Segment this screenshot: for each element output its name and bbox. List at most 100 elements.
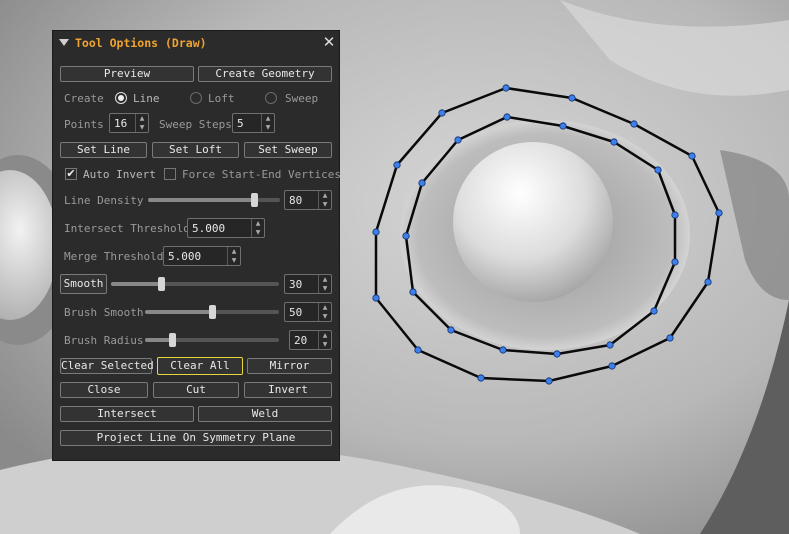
curve-control-point[interactable] xyxy=(610,138,618,146)
slider-fill xyxy=(111,282,162,286)
merge-threshold-label: Merge Threshold xyxy=(64,250,164,263)
tool-options-panel: Tool Options (Draw) ✕ Preview Create Geo… xyxy=(52,30,341,461)
curve-control-point[interactable] xyxy=(559,122,567,130)
curve-control-point[interactable] xyxy=(418,179,426,187)
radio-line[interactable] xyxy=(115,92,127,104)
slider-handle[interactable] xyxy=(209,305,216,319)
merge-threshold-value: 5.000 xyxy=(168,250,202,263)
slider-fill xyxy=(148,198,254,202)
curve-control-point[interactable] xyxy=(372,294,380,302)
brush-radius-stepper[interactable]: 20 ▲ ▼ xyxy=(289,330,332,350)
line-density-label: Line Density xyxy=(64,194,144,207)
increment-arrow-icon[interactable]: ▲ xyxy=(319,331,331,340)
increment-arrow-icon[interactable]: ▲ xyxy=(228,247,240,256)
curve-control-point[interactable] xyxy=(447,326,455,334)
clear-selected-button[interactable]: Clear Selected xyxy=(60,358,154,374)
increment-arrow-icon[interactable]: ▲ xyxy=(136,114,148,123)
set-line-button[interactable]: Set Line xyxy=(60,142,147,158)
decrement-arrow-icon[interactable]: ▼ xyxy=(136,123,148,132)
curve-control-point[interactable] xyxy=(630,120,638,128)
decrement-arrow-icon[interactable]: ▼ xyxy=(262,123,274,132)
increment-arrow-icon[interactable]: ▲ xyxy=(319,303,331,312)
slider-fill xyxy=(145,310,212,314)
curve-control-point[interactable] xyxy=(414,346,422,354)
points-stepper[interactable]: 16 ▲ ▼ xyxy=(109,113,149,133)
curve-control-point[interactable] xyxy=(568,94,576,102)
sweep-steps-stepper[interactable]: 5 ▲ ▼ xyxy=(232,113,275,133)
curve-control-point[interactable] xyxy=(606,341,614,349)
curve-control-point[interactable] xyxy=(650,307,658,315)
curve-control-point[interactable] xyxy=(666,334,674,342)
curve-control-point[interactable] xyxy=(502,84,510,92)
smooth-stepper[interactable]: 30 ▲ ▼ xyxy=(284,274,332,294)
line-density-value: 80 xyxy=(289,194,303,207)
radio-line-label: Line xyxy=(133,92,160,105)
decrement-arrow-icon[interactable]: ▼ xyxy=(319,200,331,209)
intersect-threshold-stepper[interactable]: 5.000 ▲ ▼ xyxy=(187,218,265,238)
mirror-button[interactable]: Mirror xyxy=(247,358,332,374)
brush-radius-label: Brush Radius xyxy=(64,334,144,347)
curve-control-point[interactable] xyxy=(671,211,679,219)
decrement-arrow-icon[interactable]: ▼ xyxy=(252,228,264,237)
radio-loft-label: Loft xyxy=(208,92,235,105)
force-vertices-checkbox[interactable] xyxy=(164,168,176,180)
brush-radius-value: 20 xyxy=(294,334,308,347)
curve-control-point[interactable] xyxy=(654,166,662,174)
slider-handle[interactable] xyxy=(168,333,176,347)
decrement-arrow-icon[interactable]: ▼ xyxy=(319,312,331,321)
line-density-slider[interactable] xyxy=(148,193,280,207)
close-button[interactable]: Close xyxy=(60,382,148,398)
curve-control-point[interactable] xyxy=(671,258,679,266)
curve-control-point[interactable] xyxy=(402,232,410,240)
merge-threshold-stepper[interactable]: 5.000 ▲ ▼ xyxy=(163,246,241,266)
increment-arrow-icon[interactable]: ▲ xyxy=(252,219,264,228)
close-icon[interactable]: ✕ xyxy=(321,34,337,50)
panel-header[interactable]: Tool Options (Draw) xyxy=(59,36,207,50)
invert-button[interactable]: Invert xyxy=(244,382,332,398)
line-density-stepper[interactable]: 80 ▲ ▼ xyxy=(284,190,332,210)
set-sweep-button[interactable]: Set Sweep xyxy=(244,142,332,158)
curve-control-point[interactable] xyxy=(454,136,462,144)
cut-button[interactable]: Cut xyxy=(153,382,239,398)
preview-button[interactable]: Preview xyxy=(60,66,194,82)
curve-control-point[interactable] xyxy=(608,362,616,370)
decrement-arrow-icon[interactable]: ▼ xyxy=(319,284,331,293)
increment-arrow-icon[interactable]: ▲ xyxy=(319,275,331,284)
decrement-arrow-icon[interactable]: ▼ xyxy=(319,340,331,349)
curve-control-point[interactable] xyxy=(715,209,723,217)
collapse-triangle-icon[interactable] xyxy=(59,39,69,46)
radio-loft[interactable] xyxy=(190,92,202,104)
smooth-button[interactable]: Smooth xyxy=(60,274,107,294)
curve-control-point[interactable] xyxy=(704,278,712,286)
brush-smooth-slider[interactable] xyxy=(145,305,279,319)
create-label: Create xyxy=(64,92,104,105)
curve-control-point[interactable] xyxy=(438,109,446,117)
points-value: 16 xyxy=(114,117,128,130)
auto-invert-checkbox[interactable]: ✔ xyxy=(65,168,77,180)
brush-smooth-stepper[interactable]: 50 ▲ ▼ xyxy=(284,302,332,322)
brush-radius-slider[interactable] xyxy=(145,333,279,347)
increment-arrow-icon[interactable]: ▲ xyxy=(262,114,274,123)
curve-control-point[interactable] xyxy=(503,113,511,121)
project-line-button[interactable]: Project Line On Symmetry Plane xyxy=(60,430,332,446)
intersect-button[interactable]: Intersect xyxy=(60,406,194,422)
clear-all-button[interactable]: Clear All xyxy=(157,357,243,375)
curve-control-point[interactable] xyxy=(553,350,561,358)
curve-control-point[interactable] xyxy=(409,288,417,296)
decrement-arrow-icon[interactable]: ▼ xyxy=(228,256,240,265)
curve-control-point[interactable] xyxy=(688,152,696,160)
set-loft-button[interactable]: Set Loft xyxy=(152,142,239,158)
slider-handle[interactable] xyxy=(158,277,166,291)
weld-button[interactable]: Weld xyxy=(198,406,332,422)
curve-control-point[interactable] xyxy=(477,374,485,382)
smooth-value: 30 xyxy=(289,278,303,291)
curve-control-point[interactable] xyxy=(372,228,380,236)
increment-arrow-icon[interactable]: ▲ xyxy=(319,191,331,200)
create-geometry-button[interactable]: Create Geometry xyxy=(198,66,332,82)
radio-sweep[interactable] xyxy=(265,92,277,104)
curve-control-point[interactable] xyxy=(393,161,401,169)
curve-control-point[interactable] xyxy=(545,377,553,385)
slider-handle[interactable] xyxy=(250,193,258,207)
smooth-slider[interactable] xyxy=(111,277,279,291)
curve-control-point[interactable] xyxy=(499,346,507,354)
